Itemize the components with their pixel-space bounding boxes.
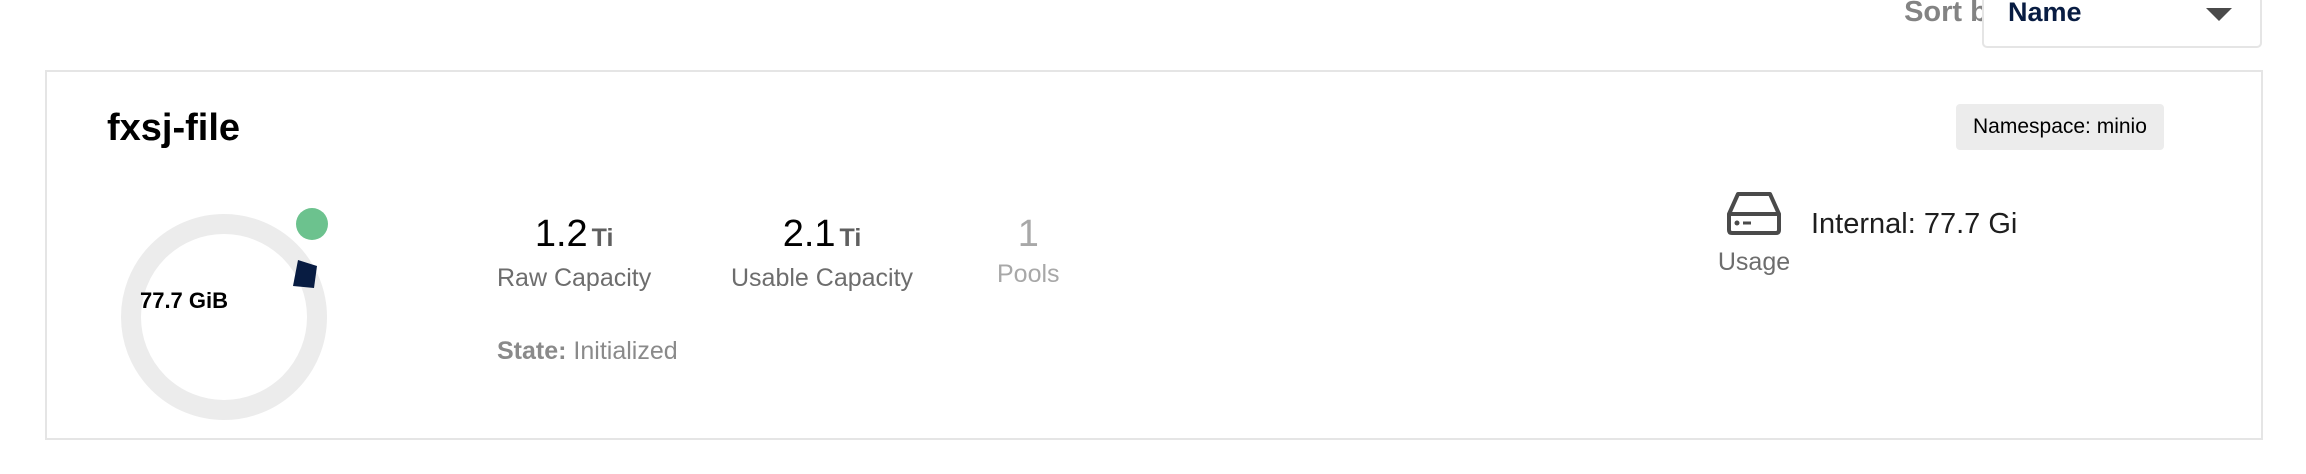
chevron-down-icon — [2206, 8, 2232, 21]
pools-stat: 1 Pools — [997, 212, 1060, 289]
usable-capacity-stat: 2.1 Ti Usable Capacity — [731, 212, 913, 293]
internal-usage: Internal: 77.7 Gi — [1811, 208, 2018, 240]
sort-by-select[interactable]: Name — [1982, 0, 2262, 48]
usable-capacity-unit: Ti — [839, 224, 862, 252]
usage-label: Usage — [1717, 248, 1791, 276]
usable-capacity-label: Usable Capacity — [731, 264, 914, 292]
raw-capacity-value: 1.2 — [534, 213, 588, 255]
tenant-name[interactable]: fxsj-file — [107, 107, 240, 150]
state-label: State: — [497, 337, 567, 365]
disk-drive-icon — [1727, 192, 1781, 235]
sort-bar: Sort by Name — [0, 0, 2306, 60]
namespace-badge: Namespace: minio — [1956, 104, 2164, 150]
raw-capacity-label: Raw Capacity — [497, 264, 652, 292]
sort-by-value: Name — [2008, 0, 2082, 27]
tenant-card[interactable]: fxsj-file Namespace: minio 77.7 GiB 1.2 T… — [45, 70, 2263, 440]
state-value: Initialized — [573, 337, 678, 365]
pools-value: 1 — [1017, 213, 1039, 255]
tenant-state: State: Initialized — [497, 337, 678, 366]
donut-track — [121, 214, 327, 420]
donut-center-label: 77.7 GiB — [139, 288, 229, 313]
raw-capacity-stat: 1.2 Ti Raw Capacity — [497, 212, 651, 293]
pools-label: Pools — [997, 260, 1060, 288]
status-dot — [296, 208, 328, 240]
usable-capacity-value: 2.1 — [782, 213, 836, 255]
usage-block: Usage — [1679, 190, 1829, 277]
raw-capacity-unit: Ti — [591, 224, 614, 252]
